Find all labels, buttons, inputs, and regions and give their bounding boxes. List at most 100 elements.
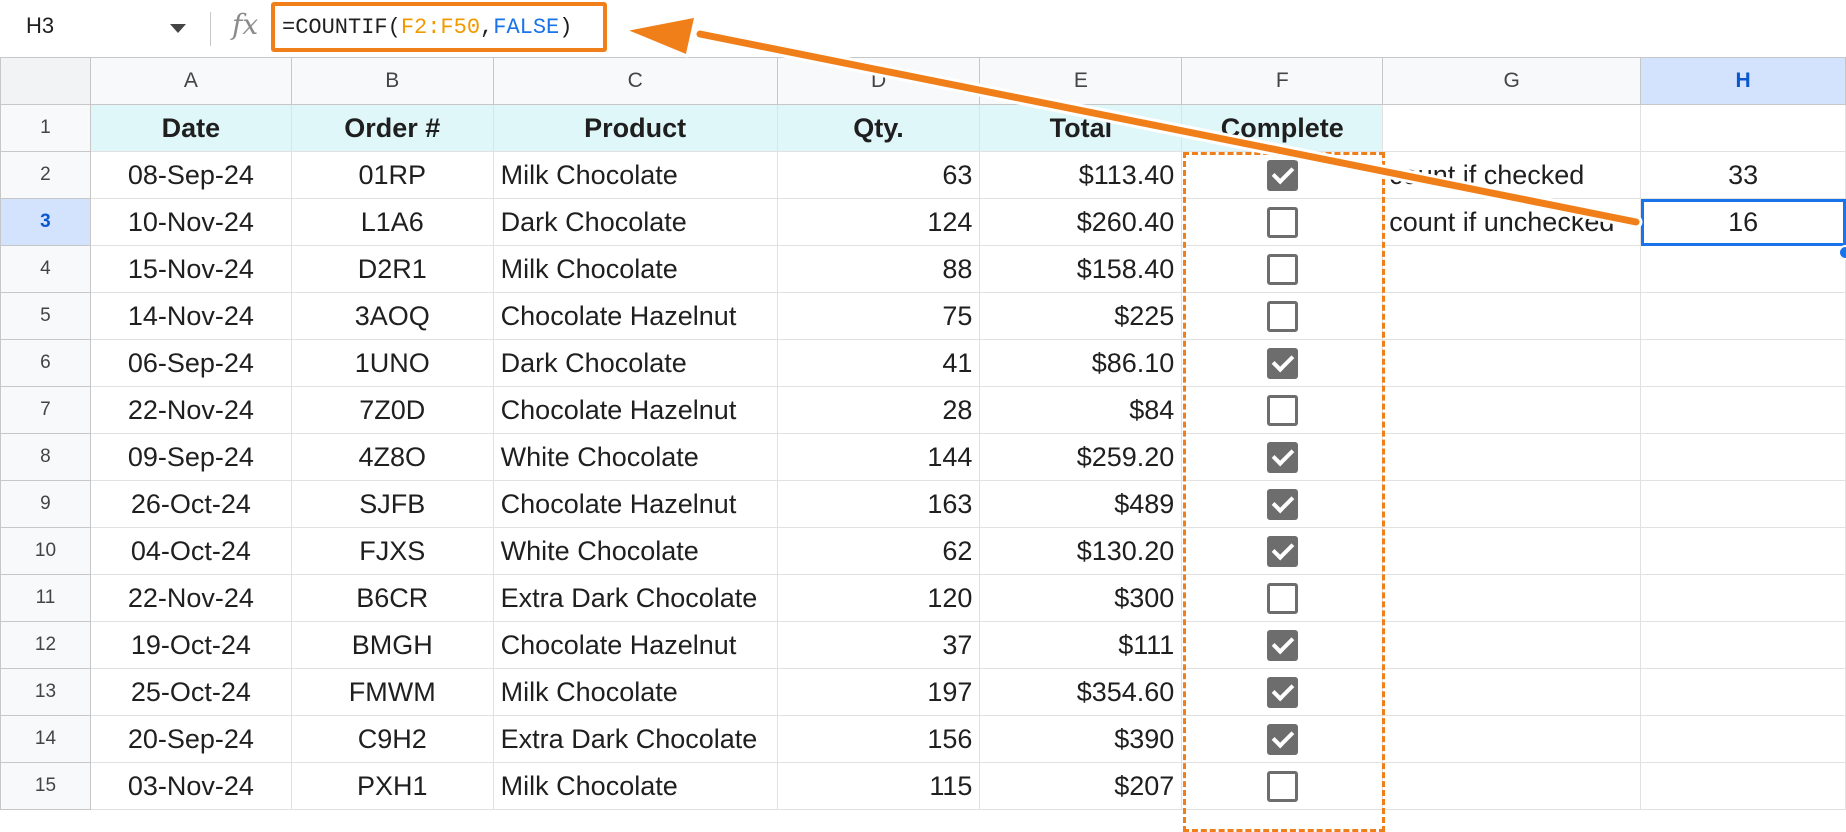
cell-date[interactable]: 26-Oct-24 <box>89 480 292 528</box>
cell-total[interactable]: $260.40 <box>979 198 1183 246</box>
cell-product[interactable]: Dark Chocolate <box>492 198 778 246</box>
cell-complete[interactable] <box>1181 668 1384 716</box>
cell-order[interactable]: FMWM <box>290 668 494 716</box>
row-number[interactable]: 5 <box>0 292 91 340</box>
cell-g[interactable] <box>1382 292 1642 340</box>
cell-h[interactable] <box>1640 574 1846 622</box>
row-number[interactable]: 2 <box>0 151 91 199</box>
checkbox-unchecked[interactable] <box>1266 583 1298 615</box>
cell-product[interactable]: Milk Chocolate <box>492 151 778 199</box>
cell-date[interactable]: 20-Sep-24 <box>89 715 292 763</box>
cell-order[interactable]: 1UNO <box>290 339 494 387</box>
cell-date[interactable]: 19-Oct-24 <box>89 621 292 669</box>
row-number[interactable]: 11 <box>0 574 91 622</box>
cell-order[interactable]: PXH1 <box>290 762 494 810</box>
column-header-e[interactable]: E <box>979 57 1183 105</box>
cell-complete[interactable] <box>1181 386 1384 434</box>
cell-g[interactable] <box>1382 621 1642 669</box>
cell-h[interactable] <box>1640 621 1846 669</box>
header-qty[interactable]: Qty. <box>776 104 981 152</box>
cell-total[interactable]: $86.10 <box>979 339 1183 387</box>
cell-total[interactable]: $259.20 <box>979 433 1183 481</box>
cell-order[interactable]: D2R1 <box>290 245 494 293</box>
cell-h[interactable] <box>1640 527 1846 575</box>
cell-qty[interactable]: 28 <box>776 386 981 434</box>
row-number[interactable]: 6 <box>0 339 91 387</box>
column-header-c[interactable]: C <box>492 57 778 105</box>
cell-complete[interactable] <box>1181 762 1384 810</box>
cell-h[interactable] <box>1640 715 1846 763</box>
cell-date[interactable]: 04-Oct-24 <box>89 527 292 575</box>
cell-qty[interactable]: 163 <box>776 480 981 528</box>
cell-total[interactable]: $158.40 <box>979 245 1183 293</box>
cell-h[interactable] <box>1640 762 1846 810</box>
cell-date[interactable]: 22-Nov-24 <box>89 574 292 622</box>
cell-date[interactable]: 25-Oct-24 <box>89 668 292 716</box>
column-header-g[interactable]: G <box>1382 57 1642 105</box>
cell-complete[interactable] <box>1181 198 1384 246</box>
cell-h[interactable] <box>1640 433 1846 481</box>
checkbox-checked[interactable] <box>1266 442 1298 474</box>
column-header-h[interactable]: H <box>1640 57 1846 105</box>
cell-qty[interactable]: 115 <box>776 762 981 810</box>
cell-total[interactable]: $130.20 <box>979 527 1183 575</box>
cell-product[interactable]: Milk Chocolate <box>492 245 778 293</box>
cell-qty[interactable]: 197 <box>776 668 981 716</box>
cell-h[interactable] <box>1640 339 1846 387</box>
cell-product[interactable]: Milk Chocolate <box>492 762 778 810</box>
cell-date[interactable]: 08-Sep-24 <box>89 151 292 199</box>
cell-g[interactable] <box>1382 386 1642 434</box>
cell-product[interactable]: White Chocolate <box>492 527 778 575</box>
cell-complete[interactable] <box>1181 292 1384 340</box>
cell-complete[interactable] <box>1181 339 1384 387</box>
cell-qty[interactable]: 63 <box>776 151 981 199</box>
cell-qty[interactable]: 62 <box>776 527 981 575</box>
cell-total[interactable]: $225 <box>979 292 1183 340</box>
checkbox-unchecked[interactable] <box>1266 771 1298 803</box>
checkbox-checked[interactable] <box>1266 724 1298 756</box>
cell-product[interactable]: White Chocolate <box>492 433 778 481</box>
cell-order[interactable]: SJFB <box>290 480 494 528</box>
cell-qty[interactable]: 37 <box>776 621 981 669</box>
cell-product[interactable]: Dark Chocolate <box>492 339 778 387</box>
cell-product[interactable]: Extra Dark Chocolate <box>492 574 778 622</box>
cell-order[interactable]: FJXS <box>290 527 494 575</box>
column-header-a[interactable]: A <box>89 57 292 105</box>
cell-complete[interactable] <box>1181 245 1384 293</box>
cell-total[interactable]: $111 <box>979 621 1183 669</box>
checkbox-checked[interactable] <box>1266 348 1298 380</box>
cell-total[interactable]: $84 <box>979 386 1183 434</box>
cell-qty[interactable]: 120 <box>776 574 981 622</box>
cell-order[interactable]: C9H2 <box>290 715 494 763</box>
row-number[interactable]: 10 <box>0 527 91 575</box>
cell-order[interactable]: 01RP <box>290 151 494 199</box>
cell-g[interactable] <box>1382 762 1642 810</box>
cell-complete[interactable] <box>1181 715 1384 763</box>
cell-order[interactable]: 7Z0D <box>290 386 494 434</box>
summary-checked-label[interactable]: count if checked <box>1382 151 1642 199</box>
checkbox-unchecked[interactable] <box>1266 301 1298 333</box>
cell-qty[interactable]: 124 <box>776 198 981 246</box>
cell-order[interactable]: B6CR <box>290 574 494 622</box>
header-total[interactable]: Total <box>979 104 1183 152</box>
cell-product[interactable]: Extra Dark Chocolate <box>492 715 778 763</box>
cell-total[interactable]: $489 <box>979 480 1183 528</box>
cell-total[interactable]: $390 <box>979 715 1183 763</box>
chevron-down-icon[interactable] <box>170 24 186 33</box>
cell-order[interactable]: L1A6 <box>290 198 494 246</box>
cell-product[interactable]: Milk Chocolate <box>492 668 778 716</box>
cell-qty[interactable]: 156 <box>776 715 981 763</box>
cell-product[interactable]: Chocolate Hazelnut <box>492 292 778 340</box>
cell-qty[interactable]: 75 <box>776 292 981 340</box>
row-number[interactable]: 1 <box>0 104 91 152</box>
cell-product[interactable]: Chocolate Hazelnut <box>492 386 778 434</box>
name-box[interactable]: H3 <box>0 0 200 57</box>
summary-unchecked-value[interactable]: 16 <box>1640 198 1846 246</box>
checkbox-checked[interactable] <box>1266 160 1298 192</box>
cell-date[interactable]: 03-Nov-24 <box>89 762 292 810</box>
select-all-corner[interactable] <box>0 57 91 105</box>
cell-g[interactable] <box>1382 527 1642 575</box>
cell-complete[interactable] <box>1181 527 1384 575</box>
cell-g[interactable] <box>1382 433 1642 481</box>
cell-h1[interactable] <box>1640 104 1846 152</box>
